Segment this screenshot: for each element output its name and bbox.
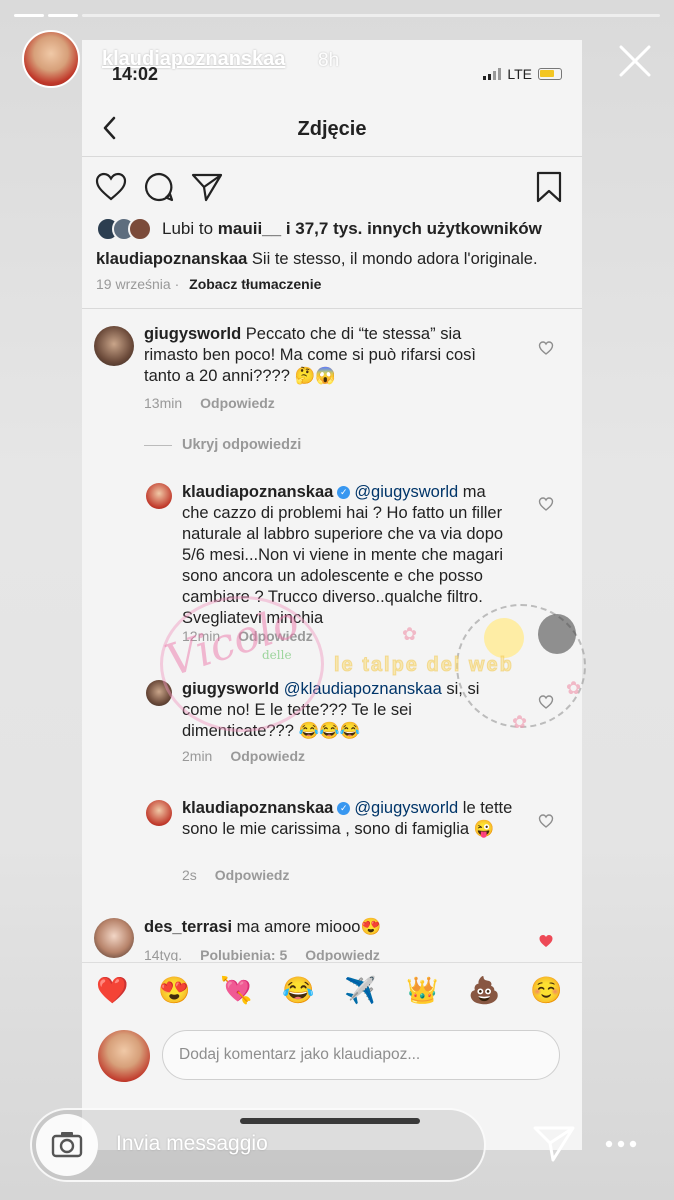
reply-meta: 2s Odpowiedz bbox=[182, 867, 289, 883]
reply-mention[interactable]: @giugysworld bbox=[354, 483, 458, 501]
reply-avatar[interactable] bbox=[146, 800, 172, 826]
comment-text: giugysworld Peccato che di “te stessa” s… bbox=[144, 324, 516, 387]
likes-user[interactable]: mauii__ bbox=[218, 219, 281, 239]
comment-time: 13min bbox=[144, 395, 183, 411]
comment-like-icon[interactable] bbox=[538, 496, 554, 512]
composer-avatar bbox=[98, 1030, 150, 1082]
emoji-tears-of-joy-icon[interactable]: 😂 bbox=[282, 975, 314, 1005]
network-label: LTE bbox=[507, 66, 532, 82]
verified-badge-icon: ✓ bbox=[337, 486, 351, 500]
reply-input[interactable]: Invia messaggio bbox=[116, 1132, 268, 1156]
reply-reply-button[interactable]: Odpowiedz bbox=[215, 867, 290, 883]
likes-prefix: Lubi to bbox=[162, 219, 214, 238]
paw-icon: ✿ bbox=[566, 678, 582, 698]
comment-liked-heart-icon[interactable] bbox=[538, 933, 554, 949]
page-title: Zdjęcie bbox=[297, 118, 367, 140]
reply-username[interactable]: klaudiapoznanskaa bbox=[182, 483, 333, 501]
post-caption: klaudiapoznanskaa Sii te stesso, il mond… bbox=[96, 248, 576, 270]
progress-segment bbox=[14, 14, 44, 17]
reply-time: 2s bbox=[182, 867, 197, 883]
watermark-cartoon-face bbox=[484, 618, 524, 658]
emoji-heart-eyes-icon[interactable]: 😍 bbox=[158, 975, 190, 1005]
commenter-avatar[interactable] bbox=[94, 918, 134, 958]
status-bar: 14:02 LTE bbox=[112, 64, 562, 88]
bookmark-icon[interactable] bbox=[532, 170, 566, 204]
reply-meta: 2min Odpowiedz bbox=[182, 748, 305, 764]
comment-input[interactable]: Dodaj komentarz jako klaudiapoz... bbox=[162, 1030, 560, 1080]
divider bbox=[144, 444, 172, 446]
more-options-icon[interactable] bbox=[604, 1138, 638, 1150]
comment-text: des_terrasi ma amore miooo😍 bbox=[144, 917, 516, 938]
verified-badge-icon: ✓ bbox=[337, 802, 351, 816]
emoji-airplane-icon[interactable]: ✈️ bbox=[344, 975, 376, 1005]
comment-like-icon[interactable] bbox=[538, 813, 554, 829]
story-progress bbox=[14, 14, 660, 17]
liker-avatars bbox=[96, 217, 152, 241]
emoji-quick-bar: ❤️ 😍 💘 😂 ✈️ 👑 💩 ☺️ bbox=[82, 962, 582, 1023]
emoji-heart-arrow-icon[interactable]: 💘 bbox=[220, 975, 252, 1005]
caption-text: Sii te stesso, il mondo adora l'original… bbox=[251, 250, 538, 268]
divider bbox=[82, 308, 582, 309]
comment-username[interactable]: giugysworld bbox=[144, 325, 241, 343]
reply-avatar[interactable] bbox=[146, 483, 172, 509]
liker-avatar bbox=[128, 217, 152, 241]
reply-time: 2min bbox=[182, 748, 213, 764]
comment-composer: Dodaj komentarz jako klaudiapoz... bbox=[82, 1022, 582, 1094]
reply-username[interactable]: klaudiapoznanskaa bbox=[182, 799, 333, 817]
status-time: 14:02 bbox=[112, 64, 159, 84]
send-paper-plane-icon[interactable] bbox=[532, 1124, 576, 1164]
comment-time: 14tyg. bbox=[144, 947, 183, 961]
comment-meta: 14tyg. Polubienia: 5 Odpowiedz bbox=[144, 947, 380, 961]
comment-username[interactable]: des_terrasi bbox=[144, 918, 232, 936]
emoji-poop-icon[interactable]: 💩 bbox=[468, 975, 500, 1005]
post-actions bbox=[94, 170, 564, 206]
caption-username[interactable]: klaudiapoznanskaa bbox=[96, 250, 247, 268]
watermark-small: delle bbox=[262, 648, 292, 662]
post-date: 19 września bbox=[96, 276, 171, 292]
signal-icon bbox=[483, 68, 502, 80]
hide-replies-toggle[interactable]: Ukryj odpowiedzi bbox=[144, 437, 301, 453]
status-indicators: LTE bbox=[483, 66, 562, 82]
hide-replies-label: Ukryj odpowiedzi bbox=[182, 437, 302, 453]
top-nav: Zdjęcie bbox=[82, 104, 582, 157]
paw-icon: ✿ bbox=[512, 712, 528, 732]
comment-meta: 13min Odpowiedz bbox=[144, 395, 275, 411]
comment-bubble-icon[interactable] bbox=[142, 170, 176, 204]
progress-segment bbox=[48, 14, 78, 17]
like-heart-icon[interactable] bbox=[94, 170, 128, 204]
share-paper-plane-icon[interactable] bbox=[190, 170, 224, 204]
emoji-crown-icon[interactable]: 👑 bbox=[406, 975, 438, 1005]
comment-body: ma amore miooo😍 bbox=[236, 918, 381, 936]
camera-button[interactable] bbox=[36, 1114, 98, 1176]
progress-segment-current bbox=[82, 14, 660, 17]
paw-icon: ✿ bbox=[402, 624, 418, 644]
camera-icon bbox=[51, 1132, 83, 1158]
reply-text: klaudiapoznanskaa ✓ @giugysworld le tette … bbox=[182, 798, 516, 840]
likes-rest[interactable]: i 37,7 tys. innych użytkowników bbox=[286, 219, 542, 239]
emoji-smiling-icon[interactable]: ☺️ bbox=[530, 975, 562, 1005]
close-icon[interactable] bbox=[618, 44, 652, 78]
post-meta: 19 września · Zobacz tłumaczenie bbox=[96, 276, 322, 292]
emoji-red-heart-icon[interactable]: ❤️ bbox=[96, 975, 128, 1005]
reply-reply-button[interactable]: Odpowiedz bbox=[230, 748, 305, 764]
likes-line[interactable]: Lubi to mauii__ i 37,7 tys. innych użytk… bbox=[96, 216, 576, 242]
translate-link[interactable]: Zobacz tłumaczenie bbox=[189, 276, 321, 292]
comment-reply-button[interactable]: Odpowiedz bbox=[305, 947, 380, 961]
watermark-banner: le talpe del web bbox=[334, 654, 514, 677]
comment-likes-count[interactable]: Polubienia: 5 bbox=[200, 947, 287, 961]
commenter-avatar[interactable] bbox=[94, 326, 134, 366]
comment-like-icon[interactable] bbox=[538, 340, 554, 356]
battery-icon bbox=[538, 68, 562, 80]
story-reply-bar[interactable]: Invia messaggio bbox=[30, 1108, 486, 1182]
watermark-cartoon-face bbox=[538, 614, 576, 654]
story-avatar[interactable] bbox=[22, 30, 80, 88]
reply-mention[interactable]: @giugysworld bbox=[354, 799, 458, 817]
comment-reply-button[interactable]: Odpowiedz bbox=[200, 395, 275, 411]
